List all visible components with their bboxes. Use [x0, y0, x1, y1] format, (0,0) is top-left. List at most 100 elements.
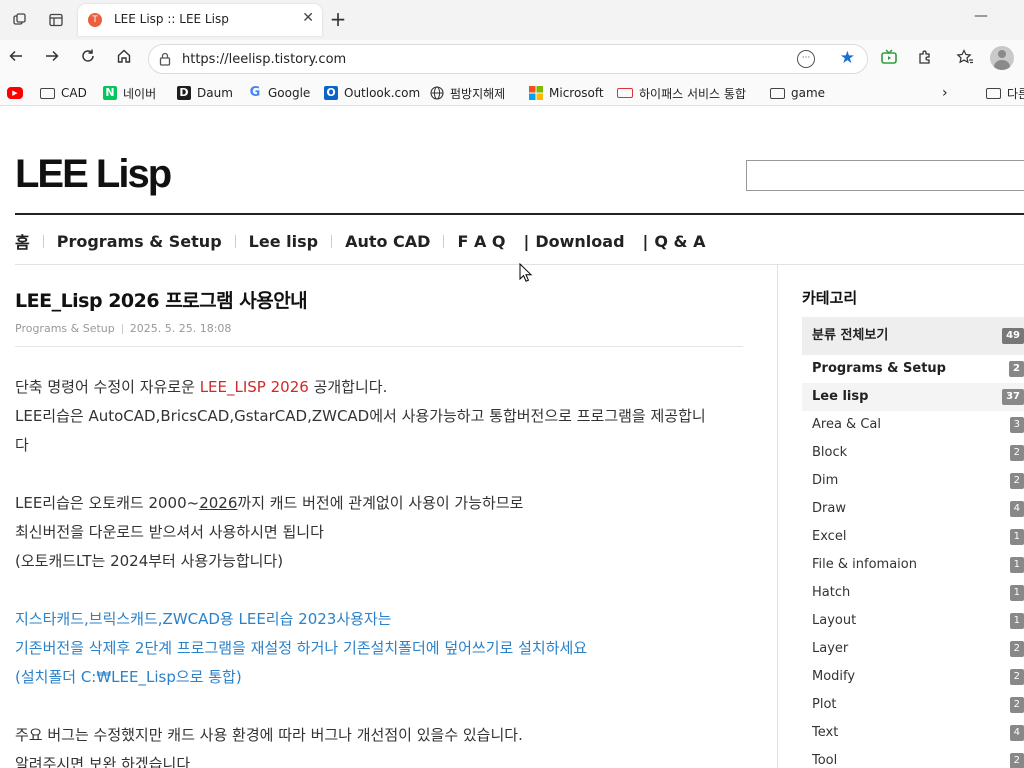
favorites-icon[interactable]: [953, 48, 977, 72]
menu-faq[interactable]: F A Q: [457, 232, 505, 251]
menu-divider: [443, 234, 445, 248]
bookmark-outlook[interactable]: O Outlook.com: [324, 84, 420, 102]
bookmark-naver[interactable]: N 네이버: [103, 84, 156, 102]
menu-qa[interactable]: Q & A: [654, 232, 705, 251]
category-count: 2: [1009, 473, 1024, 489]
daum-icon: D: [177, 86, 191, 100]
home-icon[interactable]: [112, 47, 136, 71]
category-item[interactable]: Text 4: [802, 719, 1024, 747]
extensions-icon[interactable]: [913, 48, 937, 72]
category-item[interactable]: Hatch 1: [802, 579, 1024, 607]
post-paragraph-blue: 지스타캐드,브릭스캐드,ZWCAD용 LEE리습 2023사용자는: [15, 610, 392, 628]
category-item[interactable]: Draw 4: [802, 495, 1024, 523]
profile-avatar[interactable]: [990, 46, 1014, 70]
category-item[interactable]: Lee lisp 37: [802, 383, 1024, 411]
tab-active[interactable]: T LEE Lisp :: LEE Lisp ✕: [78, 4, 322, 36]
category-item[interactable]: Layer 2: [802, 635, 1024, 663]
bookmark-google[interactable]: G Google: [248, 84, 311, 102]
url-text[interactable]: https://leelisp.tistory.com: [182, 52, 346, 67]
favorite-star-icon[interactable]: ★: [840, 48, 855, 68]
tab-title: LEE Lisp :: LEE Lisp: [114, 12, 229, 26]
category-count: 2: [1009, 445, 1024, 461]
category-list: 분류 전체보기 49 Programs & Setup 2 Lee lisp 37 A…: [802, 317, 1024, 768]
menu-autocad[interactable]: Auto CAD: [345, 232, 430, 251]
category-item[interactable]: Modify 2: [802, 663, 1024, 691]
category-item[interactable]: Tool 2: [802, 747, 1024, 768]
post-title[interactable]: LEE_Lisp 2026 프로그램 사용안내: [15, 286, 308, 313]
menu-home[interactable]: 홈: [15, 229, 30, 253]
minimize-button[interactable]: —: [974, 8, 988, 24]
back-icon[interactable]: [4, 47, 28, 71]
browser-toolbar: https://leelisp.tistory.com ··· ★: [0, 40, 1024, 78]
post-paragraph: LEE리습은 AutoCAD,BricsCAD,GstarCAD,ZWCAD에서…: [15, 407, 706, 425]
category-count: 49: [1002, 328, 1024, 344]
new-tab-button[interactable]: +: [328, 8, 348, 32]
bookmark-hipass[interactable]: 하이패스 서비스 통합: [617, 84, 746, 102]
bookmark-youtube[interactable]: ▶: [7, 84, 29, 102]
bookmark-label: Daum: [197, 86, 233, 100]
category-count: 2: [1009, 641, 1024, 657]
close-tab-icon[interactable]: ✕: [302, 10, 314, 26]
youtube-icon: ▶: [7, 87, 23, 99]
menu-divider: [42, 234, 44, 248]
category-item[interactable]: Plot 2: [802, 691, 1024, 719]
category-count: 1: [1009, 585, 1024, 601]
naver-icon: N: [103, 86, 117, 100]
chevron-right-icon[interactable]: ›: [942, 84, 948, 102]
bookmark-globe[interactable]: 펌방지해제: [430, 84, 505, 102]
bookmark-game[interactable]: game: [770, 84, 825, 102]
category-item[interactable]: Area & Cal 3: [802, 411, 1024, 439]
post-paragraph: LEE리습은 오토캐드 2000~2026까지 캐드 버전에 관계없이 사용이 …: [15, 494, 524, 512]
category-count: 37: [1002, 389, 1024, 405]
search-input[interactable]: [746, 160, 1024, 191]
bookmark-microsoft[interactable]: Microsoft: [529, 84, 604, 102]
bookmark-cad[interactable]: CAD: [40, 84, 87, 102]
bookmark-label: 하이패스 서비스 통합: [639, 86, 746, 101]
category-item[interactable]: Layout 1: [802, 607, 1024, 635]
folder-icon: [40, 87, 55, 99]
category-item[interactable]: File & infomaion 1: [802, 551, 1024, 579]
bookmark-label: game: [791, 86, 826, 100]
menu-download[interactable]: Download: [535, 232, 624, 251]
bookmark-label: Outlook.com: [344, 86, 421, 100]
category-all[interactable]: 분류 전체보기 49: [802, 317, 1024, 355]
lock-icon[interactable]: [159, 52, 171, 69]
bookmark-label: Microsoft: [549, 86, 604, 100]
category-count: 1: [1009, 557, 1024, 573]
bookmarks-bar: ▶ CAD N 네이버 D Daum G Google O Outlook.co…: [0, 78, 1024, 106]
bookmark-other[interactable]: 다른: [986, 84, 1024, 102]
address-bar[interactable]: https://leelisp.tistory.com ··· ★: [148, 44, 868, 74]
category-count: 2: [1009, 669, 1024, 685]
category-item[interactable]: Dim 2: [802, 467, 1024, 495]
blog-title[interactable]: LEE Lisp: [15, 152, 172, 197]
forward-icon[interactable]: [40, 47, 64, 71]
category-item[interactable]: Block 2: [802, 439, 1024, 467]
sidebar-divider: [777, 265, 778, 768]
bookmark-label: CAD: [61, 86, 87, 100]
menu-programs-setup[interactable]: Programs & Setup: [57, 232, 222, 251]
menu-divider: [331, 234, 333, 248]
bookmark-daum[interactable]: D Daum: [177, 84, 233, 102]
category-heading: 카테고리: [802, 289, 858, 307]
page-content: LEE Lisp 홈 Programs & Setup Lee lisp Aut…: [0, 107, 1024, 768]
tab-actions-icon[interactable]: [44, 8, 68, 32]
post-divider: [15, 346, 743, 347]
workspaces-icon[interactable]: [8, 8, 32, 32]
more-options-icon[interactable]: ···: [797, 50, 815, 68]
category-count: 1: [1009, 613, 1024, 629]
category-item[interactable]: Excel 1: [802, 523, 1024, 551]
post-paragraph: 최신버전을 다운로드 받으셔서 사용하시면 됩니다: [15, 523, 324, 541]
header-divider: [15, 213, 1024, 215]
bookmark-label: Google: [268, 86, 311, 100]
bookmark-label: 네이버: [123, 86, 157, 101]
menu-lee-lisp[interactable]: Lee lisp: [249, 232, 318, 251]
tv-extension-icon[interactable]: [877, 48, 901, 72]
hipass-icon: [617, 88, 633, 98]
highlight-text: LEE_LISP 2026: [199, 378, 309, 396]
bookmark-label: 펌방지해제: [450, 86, 506, 101]
refresh-icon[interactable]: [76, 47, 100, 71]
category-item[interactable]: Programs & Setup 2: [802, 355, 1024, 383]
post-category[interactable]: Programs & Setup: [15, 322, 115, 335]
google-icon: G: [249, 85, 261, 100]
underlined-text: 2026: [199, 494, 238, 512]
